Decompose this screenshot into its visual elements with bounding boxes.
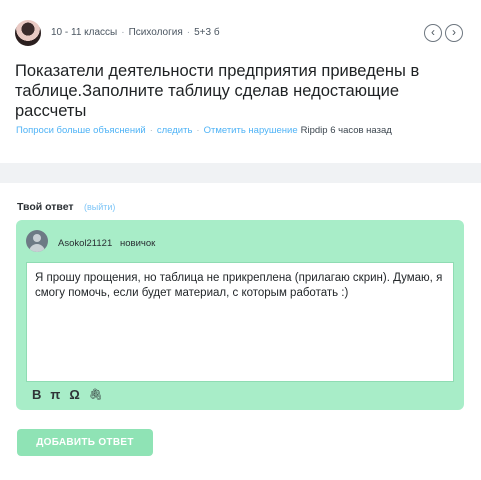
attachment-icon[interactable]: 🖇 bbox=[89, 387, 103, 403]
question-actions: Попроси больше объяснений · следить · Отмети… bbox=[16, 125, 392, 136]
question-title: Показатели деятельности предприятия прив… bbox=[15, 62, 420, 120]
question-card: 10 - 11 классы · Психология · 5+3 б ‹ › Пока… bbox=[0, 0, 481, 163]
omega-symbol-icon[interactable]: Ω bbox=[69, 387, 79, 403]
asker-avatar[interactable] bbox=[15, 20, 41, 46]
formatting-toolbar: B π Ω 🖇 bbox=[32, 387, 103, 403]
logout-link[interactable]: (выйти) bbox=[84, 202, 115, 212]
points-label: 5+3 б bbox=[194, 27, 220, 38]
chevron-right-icon: › bbox=[452, 25, 456, 39]
answer-textarea[interactable]: Я прошу прощения, но таблица не прикрепл… bbox=[26, 262, 454, 382]
user-rank-label: новичок bbox=[120, 238, 156, 249]
author-link[interactable]: Ripdip bbox=[301, 125, 328, 136]
chevron-left-icon: ‹ bbox=[431, 25, 435, 39]
add-answer-button[interactable]: ДОБАВИТЬ ОТВЕТ bbox=[17, 429, 153, 456]
username-label[interactable]: Asokol21121 bbox=[58, 238, 112, 249]
separator-dot: · bbox=[186, 27, 191, 38]
question-meta: 10 - 11 классы · Психология · 5+3 б bbox=[51, 27, 220, 38]
grade-label[interactable]: 10 - 11 классы bbox=[51, 27, 117, 38]
pi-symbol-icon[interactable]: π bbox=[50, 387, 60, 403]
follow-link[interactable]: следить bbox=[157, 125, 193, 136]
answer-editor: Asokol21121 новичок Я прошу прощения, но… bbox=[16, 220, 464, 410]
ask-more-link[interactable]: Попроси больше объяснений bbox=[16, 125, 146, 136]
subject-label[interactable]: Психология bbox=[129, 27, 183, 38]
user-avatar[interactable] bbox=[26, 230, 48, 252]
separator-dot: · bbox=[121, 27, 125, 38]
bold-icon[interactable]: B bbox=[32, 387, 41, 403]
separator-dot: · bbox=[196, 125, 200, 136]
answer-card: Твой ответ (выйти) Asokol21121 новичок Я… bbox=[0, 183, 481, 480]
next-question-button[interactable]: › bbox=[445, 24, 463, 42]
question-time: 6 часов назад bbox=[330, 125, 392, 136]
report-link[interactable]: Отметить нарушение bbox=[204, 125, 298, 136]
prev-question-button[interactable]: ‹ bbox=[424, 24, 442, 42]
answer-heading: Твой ответ bbox=[17, 201, 74, 213]
separator-dot: · bbox=[149, 125, 153, 136]
